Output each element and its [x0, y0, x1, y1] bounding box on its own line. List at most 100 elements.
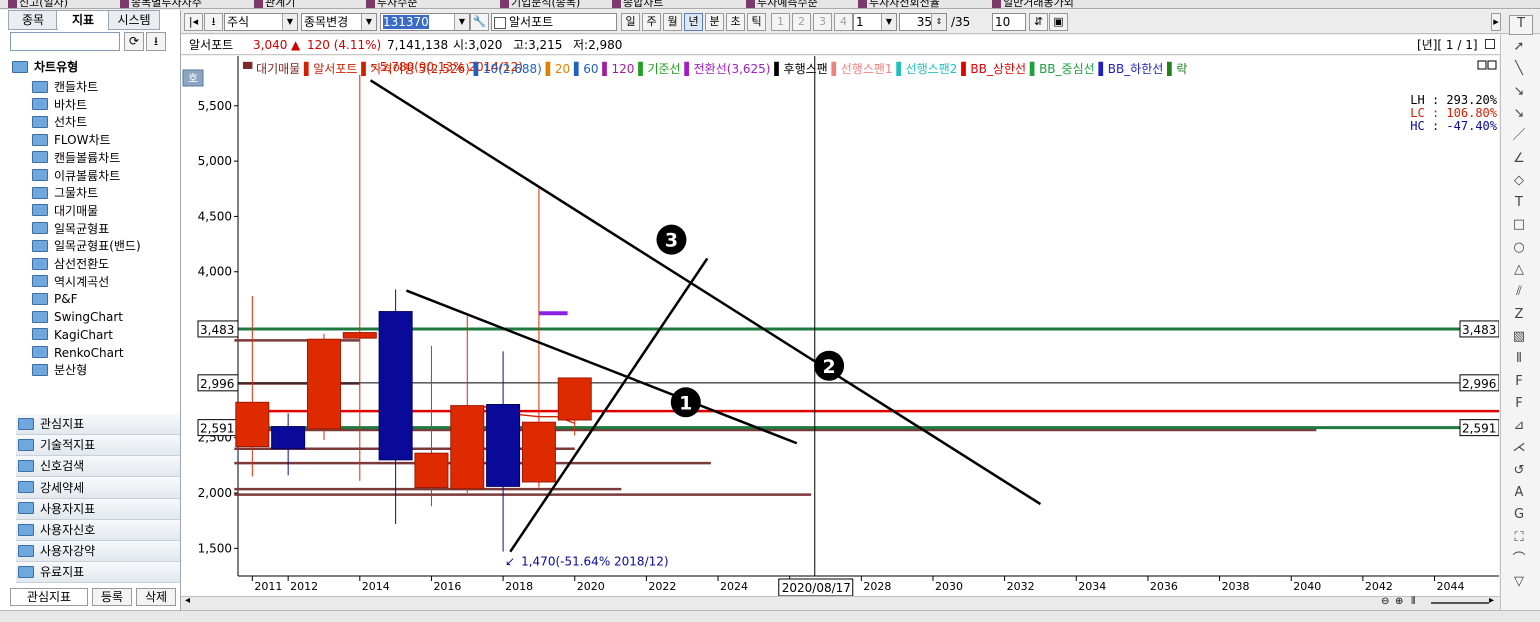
scroll-right-icon[interactable]: ▸ [1489, 595, 1494, 606]
legend-item[interactable]: ▌120 [598, 61, 634, 76]
legend-item[interactable]: ▌60 [570, 61, 598, 76]
legend-item[interactable]: ▌알서포트 [300, 61, 357, 76]
line-tool-icon[interactable]: ╲ [1511, 61, 1527, 77]
number-button[interactable]: 4 [834, 13, 853, 31]
legend-item[interactable]: ▌락 [1163, 61, 1187, 76]
wrench-icon[interactable]: 🔧 [470, 13, 489, 31]
tree-item[interactable]: 일목균형표 [32, 220, 109, 238]
bottom-tab-interest[interactable]: 관심지표 [10, 588, 88, 606]
zoom-out-icon[interactable]: ⊖ [1381, 596, 1389, 607]
text-plus-icon[interactable]: T [1511, 195, 1527, 211]
refresh-icon[interactable]: ⟳ [124, 32, 144, 51]
category-item[interactable]: 관심지표 [16, 414, 180, 435]
cursor-icon[interactable]: ➚ [1511, 39, 1527, 55]
zoom-slider[interactable] [1431, 602, 1489, 604]
legend-item[interactable]: ▌BB_상한선 [957, 61, 1026, 76]
line-tool-icon[interactable]: ↘ [1511, 84, 1527, 100]
legend[interactable]: ▀ 대기매물 ▌알서포트 ▌가격이평 5(2,526) ▌10(2,688) ▌… [242, 61, 1187, 76]
circle-icon[interactable]: ○ [1511, 240, 1527, 256]
number-button[interactable]: 2 [792, 13, 811, 31]
category-item[interactable]: 신호검색 [16, 456, 180, 478]
tree-item[interactable]: 삼선전환도 [32, 255, 109, 273]
tree-header[interactable]: 차트유형 [12, 58, 78, 76]
register-button[interactable]: 등록 [92, 588, 132, 606]
trendline-icon[interactable]: ／ [1511, 128, 1527, 144]
top-tab[interactable]: 투자수준 [366, 0, 417, 8]
tab-stock[interactable]: 종목 [8, 10, 58, 30]
legend-item[interactable]: ▌BB_중심선 [1026, 61, 1095, 76]
alert-icon[interactable]: A [1511, 485, 1527, 501]
tree-item[interactable]: 선차트 [32, 113, 87, 131]
number-button[interactable]: 3 [813, 13, 832, 31]
period-button[interactable]: 년 [684, 13, 703, 31]
search-input[interactable] [10, 32, 120, 51]
category-item[interactable]: 사용자강약 [16, 541, 180, 563]
top-tab[interactable]: 종합차트 [612, 0, 663, 8]
cycle-icon[interactable]: ↺ [1511, 463, 1527, 479]
arc-icon[interactable]: ⌒ [1511, 552, 1527, 568]
tree-item[interactable]: RenkoChart [32, 344, 124, 362]
chart-area[interactable]: 호1,5002,0002,5003,0003,5004,0004,5005,00… [181, 56, 1500, 597]
tree-item[interactable]: SwingChart [32, 308, 123, 326]
period-button[interactable]: 초 [726, 13, 745, 31]
number-button[interactable]: 1 [771, 13, 790, 31]
tree-item[interactable]: 바차트 [32, 96, 87, 114]
tree-item[interactable]: 그물차트 [32, 184, 98, 202]
tree-item[interactable]: 분산형 [32, 361, 87, 379]
code-input[interactable]: 131370 ▼ [380, 13, 470, 31]
save-icon[interactable]: ▣ [1049, 13, 1068, 31]
period-button[interactable]: 분 [705, 13, 724, 31]
scroll-bar[interactable]: ◂ ⊖ ⊕ ⦀ ▸ [181, 595, 1500, 610]
vertical-lines-icon[interactable]: ⦀ [1511, 351, 1527, 367]
download-icon[interactable]: ⭳ [204, 13, 223, 31]
grid-icon[interactable]: ▧ [1511, 329, 1527, 345]
tree-item[interactable]: FLOW차트 [32, 131, 111, 149]
pattern-icon[interactable]: ⛶ [1511, 530, 1527, 546]
tab-system[interactable]: 시스템 [108, 10, 160, 30]
eraser-icon[interactable]: ◇ [1511, 173, 1527, 189]
period-button[interactable]: 월 [663, 13, 682, 31]
top-tab[interactable]: 투자자전회전율 [858, 0, 940, 8]
window-icon[interactable] [1485, 39, 1495, 49]
fibonacci-icon[interactable]: F [1511, 374, 1527, 390]
legend-item[interactable]: ▌가격이평 5(2,526) [357, 61, 469, 76]
signal-icon[interactable]: G [1511, 507, 1527, 523]
top-tab[interactable]: 투자예측수준 [746, 0, 818, 8]
top-tab[interactable]: 종목별투자자주 [120, 0, 202, 8]
period-button[interactable]: 일 [621, 13, 640, 31]
tree-item[interactable]: 대기매물 [32, 202, 98, 220]
spinner-icon[interactable]: ⇕ [931, 14, 946, 30]
category-item[interactable]: 사용자지표 [16, 498, 180, 520]
period-button[interactable]: 틱 [747, 13, 766, 31]
delete-button[interactable]: 삭제 [136, 588, 176, 606]
legend-item[interactable]: ▌전환선(3,625) [681, 61, 771, 76]
tree-item[interactable]: 일목균형표(밴드) [32, 237, 141, 255]
category-item[interactable]: 기술적지표 [16, 435, 180, 457]
period-button[interactable]: 주 [642, 13, 661, 31]
text-tool-icon[interactable]: T [1509, 15, 1533, 35]
category-item[interactable]: 강세약세 [16, 477, 180, 499]
count-select[interactable]: 1 ▼ [853, 13, 897, 31]
legend-item[interactable]: ▌기준선 [634, 61, 680, 76]
bars-icon[interactable]: ⦀ [1411, 596, 1415, 607]
fan-icon[interactable]: F [1511, 396, 1527, 412]
category-item[interactable]: 사용자신호 [16, 520, 180, 541]
tree-item[interactable]: 역시계곡선 [32, 273, 109, 291]
tree-item[interactable]: KagiChart [32, 326, 113, 344]
tab-indicator[interactable]: 지표 [56, 10, 110, 29]
tree-item[interactable]: 이큐볼륨차트 [32, 167, 120, 185]
gann-fan-icon[interactable]: ⋌ [1511, 440, 1527, 456]
display-count-input[interactable]: 35 ⇕ [899, 13, 947, 31]
category-item[interactable]: 유료지표 [16, 562, 180, 584]
more-icon[interactable]: ▽ [1511, 574, 1527, 590]
zoom-in-icon[interactable]: ⊕ [1395, 596, 1403, 607]
first-page-icon[interactable]: |◂ [184, 13, 203, 31]
gann-icon[interactable]: ⊿ [1511, 418, 1527, 434]
scroll-left-icon[interactable]: ◂ [185, 595, 190, 606]
price-chart[interactable]: 호1,5002,0002,5003,0003,5004,0004,5005,00… [181, 56, 1500, 597]
market-select[interactable]: 주식 ▼ [224, 13, 298, 31]
rectangle-icon[interactable]: □ [1511, 217, 1527, 233]
tree-item[interactable]: P&F [32, 290, 78, 308]
scroll-right-icon[interactable]: ▸ [1491, 13, 1501, 31]
legend-item[interactable]: ▌후행스팬 [770, 61, 827, 76]
